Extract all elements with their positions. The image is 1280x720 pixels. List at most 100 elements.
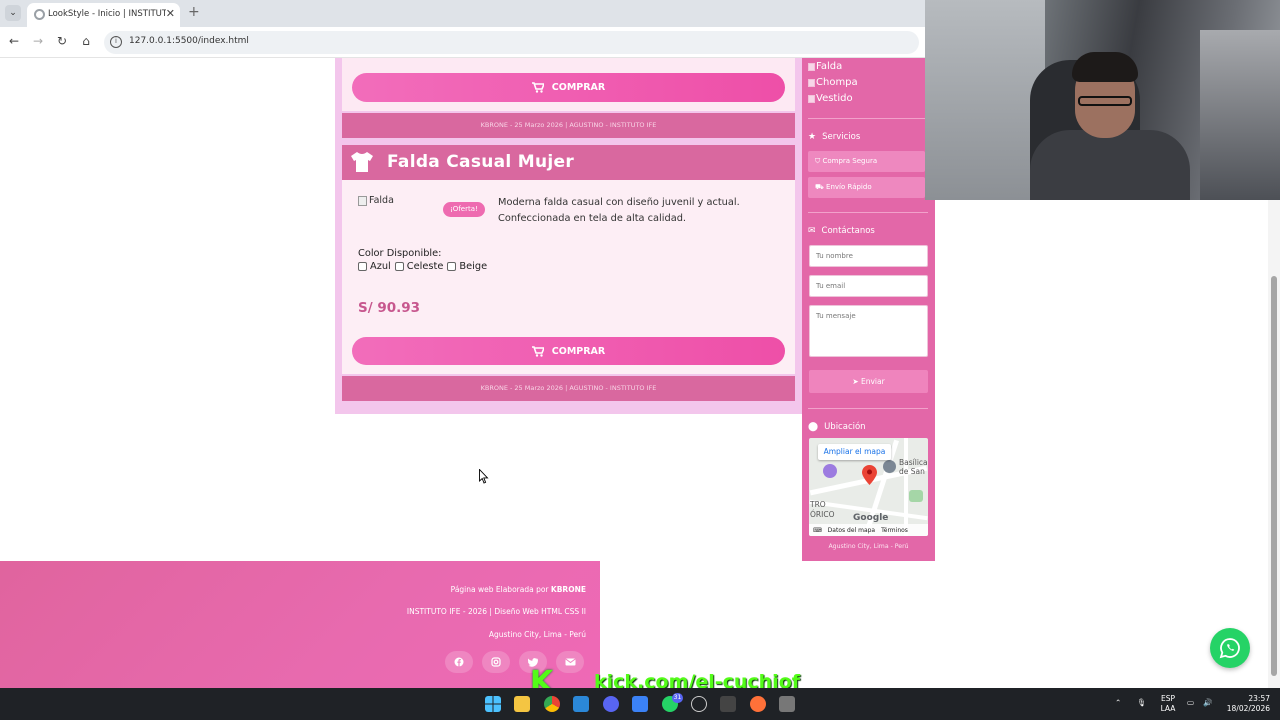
name-input[interactable]: Tu nombre xyxy=(809,245,928,267)
chrome-icon[interactable] xyxy=(544,696,560,712)
product-title: Falda Casual Mujer xyxy=(387,152,575,172)
map-pin-icon: ⬤ xyxy=(808,422,819,432)
expand-map-button[interactable]: Ampliar el mapa xyxy=(818,444,891,460)
language-indicator[interactable]: ESP LAA xyxy=(1158,694,1178,714)
contact-heading: ✉ Contáctanos xyxy=(808,226,875,236)
send-button[interactable]: ➤ Enviar xyxy=(809,370,928,393)
color-checkbox-beige[interactable] xyxy=(447,262,457,271)
map-footer: ⌨ Datos del mapa Términos xyxy=(809,524,928,536)
webcam-background xyxy=(925,0,1045,200)
sidebar-link-chompa[interactable]: Chompa xyxy=(808,77,858,88)
app-icon[interactable] xyxy=(632,696,648,712)
address-url: 127.0.0.1:5500/index.html xyxy=(129,36,249,46)
chevron-up-icon[interactable]: ⌃ xyxy=(1115,698,1121,708)
clock[interactable]: 23:57 18/02/2026 xyxy=(1222,694,1270,714)
mouse-cursor-icon xyxy=(479,469,489,484)
sidebar-link-vestido[interactable]: Vestido xyxy=(808,93,853,104)
clock-app-icon[interactable] xyxy=(691,696,707,712)
map-road xyxy=(904,438,908,536)
buy-button[interactable]: COMPRAR xyxy=(352,337,785,365)
broken-image-icon xyxy=(808,62,815,71)
webcam-overlay xyxy=(925,0,1280,200)
browser-tab-bar: ⌄ LookStyle - Inicio | INSTITUTO IF ✕ + xyxy=(0,0,925,27)
card-footer-previous: KBRONE - 25 Marzo 2026 | AGUSTINO - INST… xyxy=(342,113,795,138)
webcam-person-hair xyxy=(1072,52,1138,82)
google-map[interactable]: Ampliar el mapa Basílica de San TRO ÓRIC… xyxy=(809,438,928,536)
firefox-icon[interactable] xyxy=(750,696,766,712)
color-label: Color Disponible: xyxy=(358,248,442,259)
product-price: S/ 90.93 xyxy=(358,300,421,316)
map-label: TRO xyxy=(810,500,826,509)
product-image: Falda xyxy=(358,195,394,206)
star-icon: ★ xyxy=(808,132,817,142)
app-icon[interactable] xyxy=(720,696,736,712)
location-heading: ⬤ Ubicación xyxy=(808,422,866,432)
back-arrow-icon[interactable]: ← xyxy=(6,34,22,48)
service-compra-segura[interactable]: ⛉ Compra Segura xyxy=(808,151,925,172)
map-label: Basílica de San xyxy=(899,458,928,476)
windows-start-icon[interactable] xyxy=(485,696,501,712)
truck-icon: ⛟ xyxy=(815,183,827,191)
map-place-icon xyxy=(883,460,896,473)
webcam-person-glasses xyxy=(1078,96,1132,106)
color-checkbox-celeste[interactable] xyxy=(394,262,404,271)
instagram-icon[interactable] xyxy=(482,651,510,673)
divider xyxy=(808,408,928,409)
map-data-link[interactable]: Datos del mapa xyxy=(828,527,875,534)
discord-icon[interactable] xyxy=(603,696,619,712)
forward-arrow-icon[interactable]: → xyxy=(30,34,46,48)
email-input[interactable]: Tu email xyxy=(809,275,928,297)
browser-tab-active[interactable]: LookStyle - Inicio | INSTITUTO IF ✕ xyxy=(27,3,180,27)
keyboard-icon: ⌨ xyxy=(813,526,822,534)
broken-image-icon xyxy=(808,94,815,103)
vscode-icon[interactable] xyxy=(573,696,589,712)
envelope-icon: ✉ xyxy=(808,226,816,236)
broken-image-icon xyxy=(358,195,367,206)
color-options: Azul Celeste Beige xyxy=(358,261,487,272)
google-logo: Google xyxy=(853,513,889,523)
page-scrollbar[interactable] xyxy=(1268,200,1280,688)
product-card-header: Falda Casual Mujer xyxy=(342,145,795,180)
address-bar[interactable]: i 127.0.0.1:5500/index.html xyxy=(104,31,919,54)
shirt-icon xyxy=(351,152,373,172)
map-place-icon xyxy=(823,464,837,478)
close-icon[interactable]: ✕ xyxy=(166,7,175,20)
webcam-person-body xyxy=(1030,130,1190,200)
file-explorer-icon[interactable] xyxy=(514,696,530,712)
footer-line-2: INSTITUTO IFE - 2026 | Diseño Web HTML C… xyxy=(406,607,586,616)
card-footer: KBRONE - 25 Marzo 2026 | AGUSTINO - INST… xyxy=(342,376,795,401)
taskbar: 31 ⌃ 🎙 ESP LAA ▭ 🔊 23:57 18/02/2026 xyxy=(0,688,1280,720)
volume-icon[interactable]: 🔊 xyxy=(1203,698,1212,708)
cart-icon xyxy=(531,82,544,93)
calculator-icon[interactable] xyxy=(779,696,795,712)
color-checkbox-azul[interactable] xyxy=(358,262,367,271)
new-tab-button[interactable]: + xyxy=(188,4,200,20)
whatsapp-button[interactable] xyxy=(1210,628,1250,668)
scrollbar-thumb[interactable] xyxy=(1271,276,1277,676)
notification-badge: 31 xyxy=(672,693,683,703)
tab-list-button[interactable]: ⌄ xyxy=(5,5,21,21)
microphone-icon[interactable]: 🎙 xyxy=(1137,698,1147,708)
service-envio-rapido[interactable]: ⛟ Envío Rápido xyxy=(808,177,925,198)
sidebar-link-falda[interactable]: Falda xyxy=(808,61,842,72)
map-marker-icon xyxy=(862,465,877,485)
message-textarea[interactable]: Tu mensaje xyxy=(809,305,928,357)
cart-icon xyxy=(531,345,544,357)
reload-icon[interactable]: ↻ xyxy=(54,34,70,48)
network-icon[interactable]: ▭ xyxy=(1187,698,1194,708)
footer-line-3: Agustino City, Lima - Perú xyxy=(488,630,586,639)
divider xyxy=(808,212,928,213)
map-label: ÓRICO xyxy=(810,510,835,519)
map-terms-link[interactable]: Términos xyxy=(881,527,908,534)
buy-label: COMPRAR xyxy=(551,82,606,93)
info-icon[interactable]: i xyxy=(110,36,122,48)
whatsapp-icon xyxy=(1219,638,1240,659)
footer-credit: Página web Elaborada por KBRONE xyxy=(450,585,586,594)
facebook-icon[interactable] xyxy=(445,651,473,673)
buy-button-previous[interactable]: COMPRAR xyxy=(352,73,785,102)
buy-label: COMPRAR xyxy=(551,345,606,357)
home-icon[interactable]: ⌂ xyxy=(78,34,94,48)
broken-image-icon xyxy=(808,78,815,87)
map-park xyxy=(909,490,923,502)
webcam-background xyxy=(1200,30,1280,200)
